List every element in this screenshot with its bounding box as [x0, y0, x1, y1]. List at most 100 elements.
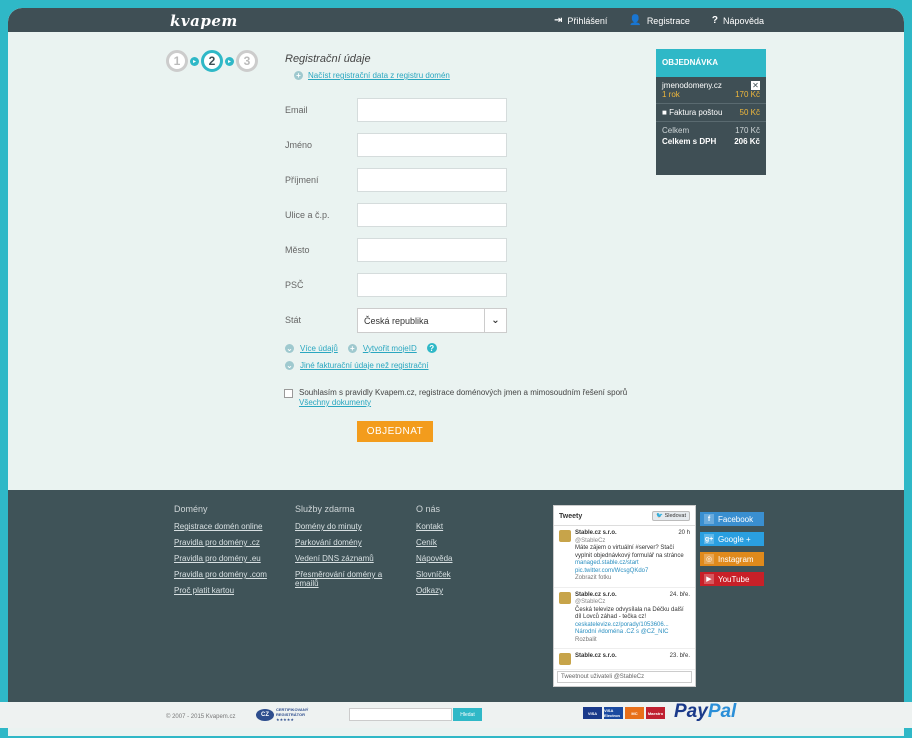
main-content: 1 ▸ 2 ▸ 3 Registrační údaje + Načíst reg… — [8, 32, 904, 490]
tweet-author[interactable]: Stable.cz s.r.o. — [575, 530, 617, 538]
facebook-button[interactable]: f Facebook — [700, 512, 764, 526]
instagram-button[interactable]: ◎ Instagram — [700, 552, 764, 566]
tweet-handle: @StableCz — [575, 537, 606, 544]
cz-logo: CZ — [256, 709, 274, 722]
checkbox-icon[interactable]: ■ — [662, 108, 669, 117]
city-label: Město — [285, 245, 310, 255]
youtube-icon: ▶ — [704, 574, 714, 584]
order-domain: jmenodomeny.cz — [662, 81, 722, 90]
street-field[interactable] — [357, 203, 507, 227]
follow-button[interactable]: 🐦 Sledovat — [652, 511, 690, 521]
footer-link[interactable]: Pravidla pro domény .cz — [174, 538, 267, 547]
all-documents-link[interactable]: Všechny dokumenty — [299, 398, 627, 407]
order-button[interactable]: OBJEDNAT — [357, 421, 433, 442]
email-field[interactable] — [357, 98, 507, 122]
footer-heading: O nás — [416, 504, 441, 514]
footer-search-input[interactable] — [349, 708, 452, 721]
paypal-logo-pay: Pay — [674, 701, 708, 722]
footer-link[interactable]: Pravidla pro domény .eu — [174, 554, 267, 563]
tweet-text: Máte zájem o virtuální #server? Stačí vy… — [575, 545, 684, 559]
country-select[interactable]: Česká republika ⌄ — [357, 308, 507, 333]
nav-help-label: Nápověda — [722, 15, 764, 26]
step-indicator: 1 ▸ 2 ▸ 3 — [166, 50, 258, 72]
follow-label: Sledovat — [664, 513, 686, 519]
country-value: Česká republika — [364, 315, 429, 326]
help-icon[interactable]: ? — [426, 343, 437, 353]
tweet-extra[interactable]: Rozbalit — [575, 637, 690, 645]
plus-icon: + — [347, 343, 357, 353]
footer-link[interactable]: Odkazy — [416, 586, 452, 595]
create-mojeid-link[interactable]: Vytvořit mojeID — [363, 344, 417, 353]
load-registry-label[interactable]: Načíst registrační data z registru domén — [308, 71, 450, 80]
footer-link[interactable]: Proč platit kartou — [174, 586, 267, 595]
payment-cards: VISA VISA Electron MC Maestro — [583, 707, 665, 719]
tweet-compose-input[interactable]: Tweetnout uživateli @StableCz — [557, 671, 692, 683]
footer-col-about: O nás Kontakt Ceník Nápověda Slovníček O… — [416, 504, 452, 602]
first-name-field[interactable] — [357, 133, 507, 157]
visa-electron-icon: VISA Electron — [604, 707, 623, 719]
load-registry-link[interactable]: + Načíst registrační data z registru dom… — [294, 71, 450, 80]
footer-link[interactable]: Přesměrování domény a emailů — [295, 570, 390, 588]
tweet-time: 23. bře. — [669, 653, 690, 659]
zip-field[interactable] — [357, 273, 507, 297]
different-billing-link[interactable]: Jiné fakturační údaje než registrační — [300, 361, 429, 370]
nav-login[interactable]: ⇥ Přihlášení — [554, 15, 607, 26]
footer-link[interactable]: Pravidla pro domény .com — [174, 570, 267, 579]
avatar — [559, 653, 571, 665]
user-add-icon: 👤 — [629, 15, 642, 26]
tweet-link[interactable]: ceskatelevize.cz/porady/1053606... Národ… — [575, 622, 690, 637]
total-vat-label: Celkem s DPH — [662, 137, 717, 146]
zip-label: PSČ — [285, 280, 304, 290]
tweet-author[interactable]: Stable.cz s.r.o. — [575, 592, 617, 600]
google-plus-button[interactable]: g+ Google + — [700, 532, 764, 546]
order-period: 1 rok — [662, 90, 680, 99]
chevron-down-icon: ⌄ — [285, 361, 294, 370]
footer-heading: Domény — [174, 504, 208, 514]
step-2: 2 — [201, 50, 223, 72]
tweet-link[interactable]: managed.stable.cz/start pic.twitter.com/… — [575, 560, 690, 575]
footer-link[interactable]: Parkování domény — [295, 538, 390, 547]
nav-register[interactable]: 👤 Registrace — [629, 15, 689, 26]
tweet-author[interactable]: Stable.cz s.r.o. — [575, 653, 617, 661]
total-vat-value: 206 Kč — [734, 137, 760, 146]
chevron-down-icon: ⌄ — [285, 343, 294, 353]
paypal-logo: PayPal — [674, 701, 736, 723]
last-name-field[interactable] — [357, 168, 507, 192]
help-icon: ? — [711, 15, 718, 26]
footer-link[interactable]: Vedení DNS záznamů — [295, 554, 390, 563]
tweet-handle: @StableCz — [575, 599, 606, 605]
maestro-icon: Maestro — [646, 707, 665, 719]
top-nav: ⇥ Přihlášení 👤 Registrace ? Nápověda — [554, 15, 764, 26]
plus-icon: + — [294, 71, 303, 80]
order-period-price: 170 Kč — [735, 90, 760, 99]
copyright: © 2007 - 2015 Kvapem.cz — [166, 714, 236, 720]
visa-icon: VISA — [583, 707, 602, 719]
first-name-label: Jméno — [285, 140, 313, 150]
logo[interactable]: kvapem — [170, 12, 238, 30]
cz-registrar-badge[interactable]: CZ CERTIFIKOVANÝ REGISTRÁTOR ★★★★★ — [256, 707, 308, 722]
top-bar: kvapem ⇥ Přihlášení 👤 Registrace ? Nápov… — [8, 8, 904, 32]
footer-link[interactable]: Domény do minuty — [295, 522, 390, 531]
tweet-time: 24. bře. — [669, 591, 690, 598]
page-frame: kvapem ⇥ Přihlášení 👤 Registrace ? Nápov… — [8, 8, 904, 736]
google-plus-label: Google + — [718, 534, 751, 544]
footer-link[interactable]: Slovníček — [416, 570, 452, 579]
nav-help[interactable]: ? Nápověda — [712, 15, 764, 26]
avatar — [559, 530, 571, 542]
order-title: OBJEDNÁVKA — [656, 49, 766, 77]
terms-checkbox[interactable] — [284, 389, 293, 398]
close-icon[interactable]: ✕ — [751, 81, 760, 90]
footer-link[interactable]: Registrace domén online — [174, 522, 267, 531]
youtube-button[interactable]: ▶ YouTube — [700, 572, 764, 586]
invoice-price: 50 Kč — [739, 108, 760, 117]
footer-link[interactable]: Nápověda — [416, 554, 452, 563]
footer-search-button[interactable]: Hledat — [453, 708, 482, 721]
footer-link[interactable]: Ceník — [416, 538, 452, 547]
google-plus-icon: g+ — [704, 534, 714, 544]
tweet-extra[interactable]: Zobrazit fotku — [575, 575, 690, 583]
step-arrow-icon: ▸ — [190, 56, 199, 66]
city-field[interactable] — [357, 238, 507, 262]
footer-link[interactable]: Kontakt — [416, 522, 452, 531]
more-info-link[interactable]: Více údajů — [300, 344, 338, 353]
nav-login-label: Přihlášení — [567, 15, 608, 26]
